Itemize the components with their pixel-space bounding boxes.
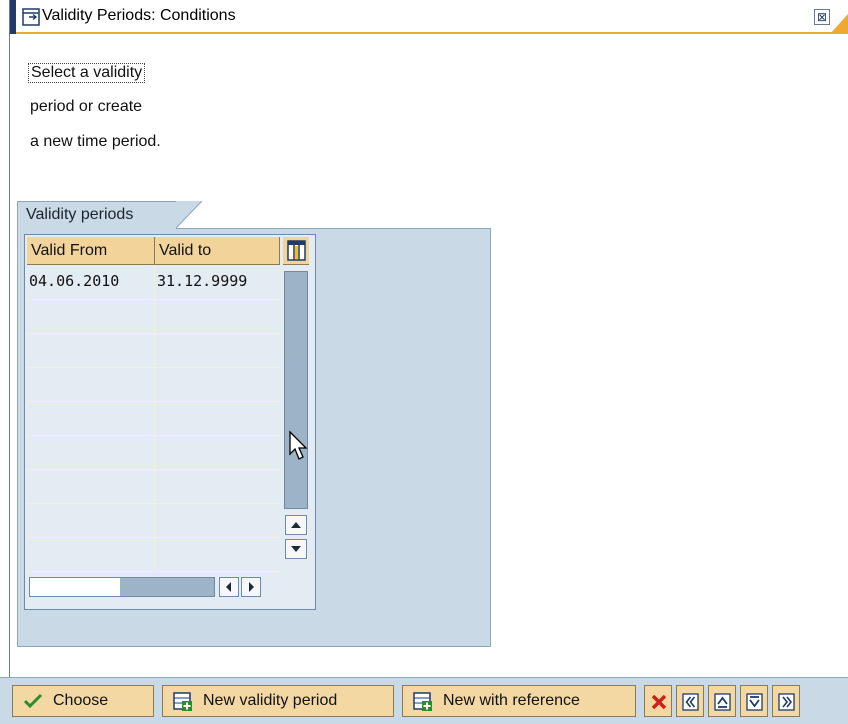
close-button[interactable]: ⊠ [814,9,830,25]
next-page-button[interactable] [708,685,736,717]
scroll-right-button[interactable] [241,577,261,597]
window-left-border [0,0,10,724]
arrow-up-icon [291,522,301,528]
scroll-down-button[interactable] [285,539,307,559]
table-row-empty[interactable] [27,402,280,436]
instruction-line-2: period or create [30,98,143,115]
new-entry-icon [173,692,192,711]
vertical-scrollbar[interactable] [284,271,308,509]
group-tab-slant [176,201,203,229]
checkmark-icon [23,693,43,709]
title-accent [10,0,16,34]
table-row-empty[interactable] [27,504,280,538]
dialog-title-bar: Validity Periods: Conditions ⊠ [10,0,848,34]
table-row-empty[interactable] [27,368,280,402]
column-header-valid-from[interactable]: Valid From [27,237,155,265]
scroll-left-button[interactable] [219,577,239,597]
choose-button[interactable]: Choose [12,685,154,717]
table-row-empty[interactable] [27,334,280,368]
table-row-empty[interactable] [27,436,280,470]
cell-valid-from[interactable]: 04.06.2010 [29,266,119,300]
title-corner-decoration [830,14,848,34]
group-tab: Validity periods [17,201,177,229]
arrow-down-icon [291,546,301,552]
instruction-line-3: a new time period. [30,133,161,150]
first-icon [746,693,763,711]
previous-page-button[interactable] [676,685,704,717]
new-with-reference-label: New with reference [443,692,580,709]
validity-table: Valid From Valid to 04.06.2010 31.12.999… [24,234,316,610]
table-row[interactable]: 04.06.2010 31.12.9999 [27,266,280,300]
dialog-title: Validity Periods: Conditions [42,7,236,24]
previous-icon [682,693,699,711]
dialog-icon [22,8,40,26]
new-copy-icon [413,692,432,711]
table-row-empty[interactable] [27,538,280,572]
last-page-button[interactable] [772,685,800,717]
column-header-valid-to[interactable]: Valid to [155,237,280,265]
arrow-left-icon [226,582,231,592]
first-page-button[interactable] [740,685,768,717]
new-validity-period-label: New validity period [203,692,338,709]
next-icon [714,693,731,711]
arrow-right-icon [249,582,254,592]
cancel-icon [651,694,667,710]
table-row-empty[interactable] [27,300,280,334]
choose-button-label: Choose [53,692,109,709]
last-icon [778,693,795,711]
cell-valid-to[interactable]: 31.12.9999 [157,266,247,300]
scroll-up-button[interactable] [285,515,307,535]
cancel-button[interactable] [644,685,672,717]
mouse-cursor-icon [289,430,308,460]
group-title: Validity periods [26,206,134,223]
new-validity-period-button[interactable]: New validity period [162,685,394,717]
horizontal-scrollbar[interactable] [29,577,215,597]
dialog-toolbar: Choose New validity period New with refe… [0,677,848,724]
table-settings-button[interactable] [283,237,309,265]
new-with-reference-button[interactable]: New with reference [402,685,636,717]
horizontal-scroll-thumb[interactable] [120,578,214,596]
table-settings-icon [287,240,306,261]
instruction-line-1: Select a validity [28,63,146,83]
table-row-empty[interactable] [27,470,280,504]
